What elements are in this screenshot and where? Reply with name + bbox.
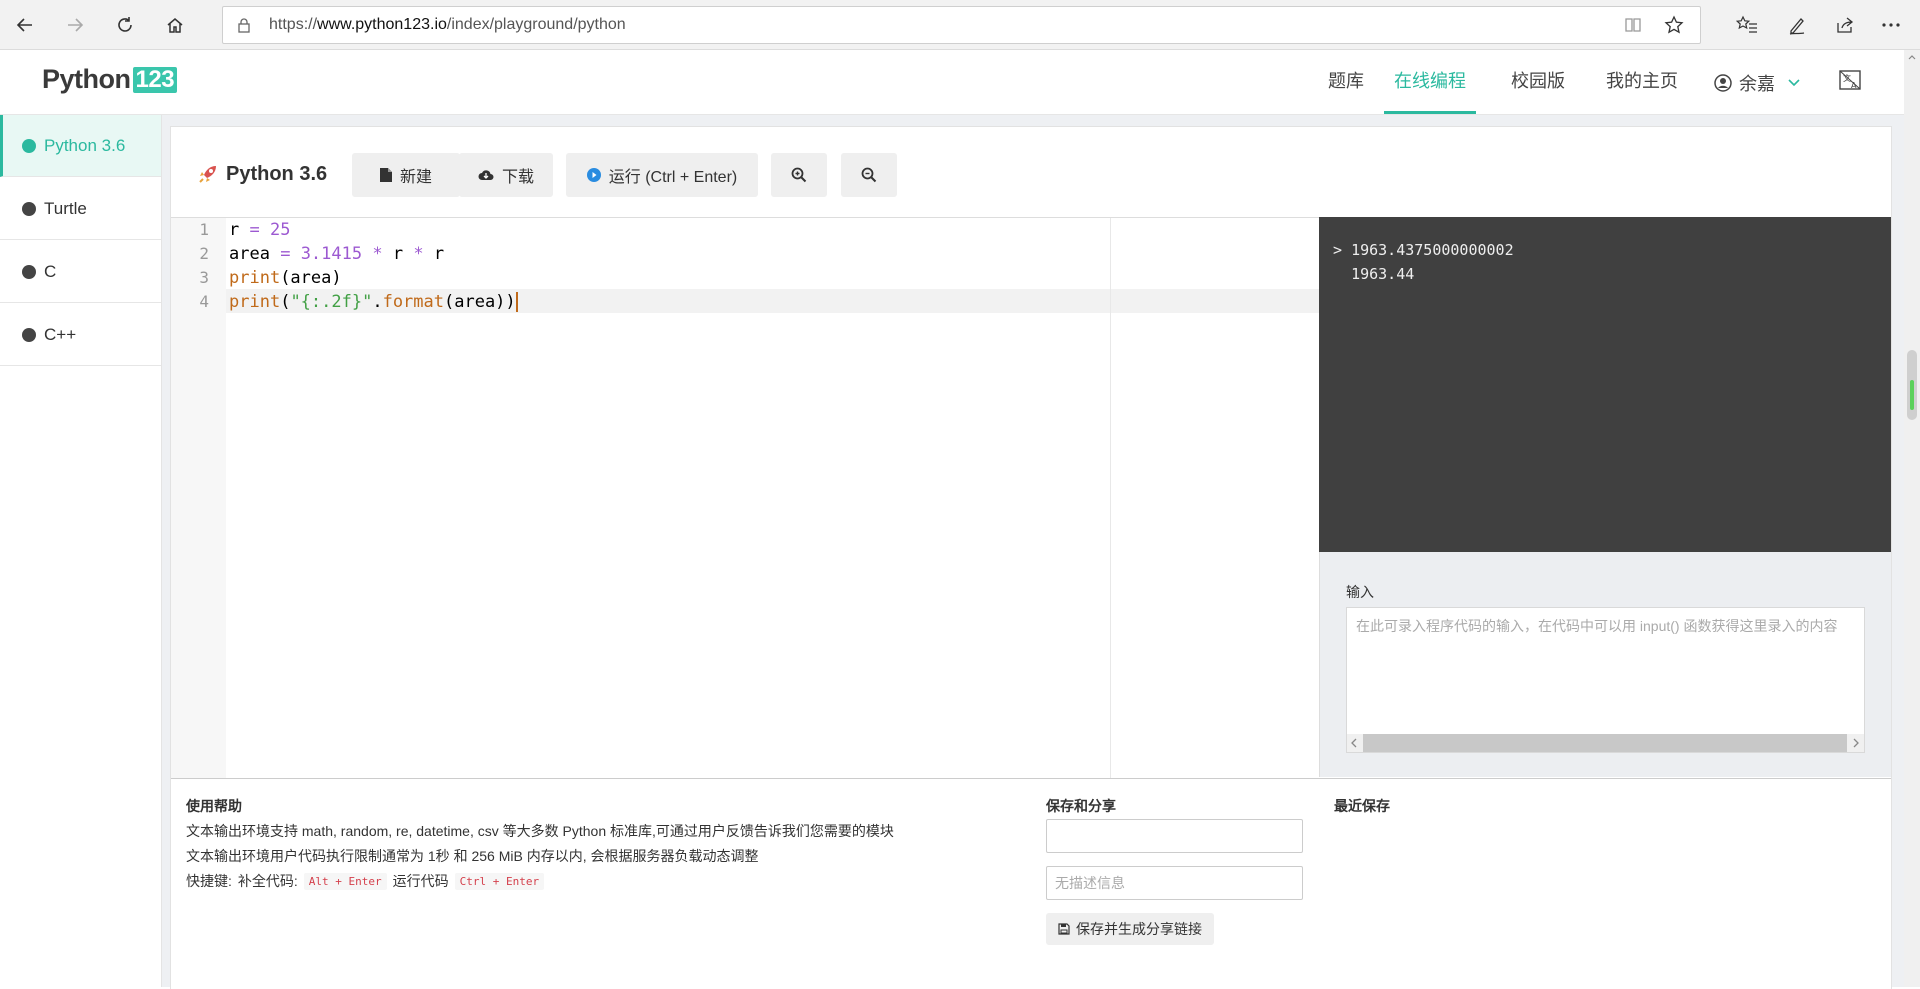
nav-my-home[interactable]: 我的主页: [1602, 50, 1682, 114]
share-title: 保存和分享: [1046, 798, 1116, 814]
nav-online-coding[interactable]: 在线编程: [1384, 50, 1476, 114]
complete-shortcut-key: Alt + Enter: [303, 872, 387, 890]
status-dot-icon: [22, 327, 36, 342]
sidebar-item-label: Turtle: [44, 198, 87, 218]
output-line: > 1963.4375000000002: [1333, 241, 1514, 259]
description-placeholder: 无描述信息: [1055, 875, 1125, 891]
reading-view-icon[interactable]: [1624, 16, 1642, 34]
help-section: 使用帮助 文本输出环境支持 math, random, re, datetime…: [171, 778, 1891, 989]
run-button[interactable]: 运行 (Ctrl + Enter): [566, 153, 758, 197]
nav-campus[interactable]: 校园版: [1508, 50, 1568, 114]
share-title-input[interactable]: [1046, 819, 1303, 853]
help-text-line: 文本输出环境支持 math, random, re, datetime, csv…: [186, 823, 894, 839]
save-share-button[interactable]: 保存并生成分享链接: [1046, 913, 1214, 945]
user-avatar-icon: [1714, 74, 1732, 92]
new-button[interactable]: 新建: [352, 153, 460, 197]
rocket-icon: [199, 166, 216, 183]
recent-saves-title: 最近保存: [1334, 798, 1390, 814]
scroll-left-icon[interactable]: [1350, 738, 1358, 748]
code-line[interactable]: r = 25: [229, 218, 290, 242]
language-sidebar: Python 3.6 Turtle C C++: [0, 115, 162, 987]
editor-title: Python 3.6: [196, 162, 327, 186]
zoom-out-icon: [861, 167, 877, 183]
site-logo[interactable]: Python 123: [42, 64, 178, 95]
print-margin: [1110, 218, 1111, 778]
site-header: Python 123 题库 在线编程 校园版 我的主页 余嘉 文A: [0, 50, 1904, 115]
shortcut-hints: 快捷键: 补全代码: Alt + Enter 运行代码 Ctrl + Enter: [186, 871, 545, 891]
sidebar-item-label: C: [44, 261, 57, 281]
zoom-out-button[interactable]: [841, 153, 897, 197]
sidebar-item-label: Python 3.6: [44, 135, 126, 155]
sidebar-item-cpp[interactable]: C++: [0, 304, 161, 366]
sidebar-item-turtle[interactable]: Turtle: [0, 178, 161, 240]
code-editor[interactable]: 1 2 3 4 r = 25 area = 3.1415 * r * r pri…: [171, 217, 1319, 778]
output-line: 1963.44: [1351, 265, 1415, 283]
favorite-star-icon[interactable]: [1664, 15, 1684, 35]
code-line[interactable]: print("{:.2f}".format(area)): [229, 290, 518, 314]
input-placeholder: 在此可录入程序代码的输入，在代码中可以用 input() 函数获得这里录入的内容: [1356, 618, 1838, 634]
line-number: 2: [199, 244, 209, 263]
back-icon[interactable]: [8, 8, 42, 42]
code-line[interactable]: area = 3.1415 * r * r: [229, 242, 444, 266]
status-dot-icon: [22, 138, 36, 153]
zoom-in-icon: [791, 167, 807, 183]
refresh-icon[interactable]: [108, 8, 142, 42]
output-console: > 1963.4375000000002 1963.44: [1319, 217, 1891, 552]
program-input-field[interactable]: 在此可录入程序代码的输入，在代码中可以用 input() 函数获得这里录入的内容: [1346, 607, 1865, 753]
svg-text:文: 文: [1843, 73, 1851, 83]
address-bar[interactable]: https://www.python123.io/index/playgroun…: [222, 6, 1701, 44]
home-icon[interactable]: [158, 8, 192, 42]
input-horizontal-scrollbar[interactable]: [1347, 734, 1864, 752]
file-icon: [379, 168, 392, 182]
nav-question-bank[interactable]: 题库: [1318, 50, 1374, 114]
sidebar-item-c[interactable]: C: [0, 241, 161, 303]
user-name: 余嘉: [1739, 74, 1775, 94]
lock-icon: [237, 17, 251, 33]
code-line[interactable]: print(area): [229, 266, 342, 290]
help-title: 使用帮助: [186, 798, 242, 814]
input-pane: 输入 在此可录入程序代码的输入，在代码中可以用 input() 函数获得这里录入…: [1319, 552, 1891, 777]
user-menu[interactable]: 余嘉: [1713, 70, 1801, 96]
playground-panel: Python 3.6 新建 下载 运行 (Ctrl + Enter) 1 2 3…: [170, 126, 1892, 989]
status-dot-icon: [22, 201, 36, 216]
more-icon[interactable]: [1874, 8, 1908, 42]
scroll-right-icon[interactable]: [1852, 738, 1860, 748]
run-shortcut-key: Ctrl + Enter: [454, 872, 545, 890]
favorites-list-icon[interactable]: [1730, 8, 1764, 42]
line-number: 4: [199, 292, 209, 311]
play-circle-icon: [586, 168, 601, 182]
url-text: https://www.python123.io/index/playgroun…: [269, 16, 626, 33]
browser-toolbar: https://www.python123.io/index/playgroun…: [0, 0, 1920, 50]
share-description-input[interactable]: 无描述信息: [1046, 866, 1303, 900]
language-icon[interactable]: 文A: [1838, 68, 1862, 92]
scroll-indicator: [1910, 380, 1914, 410]
chevron-down-icon: [1788, 79, 1800, 87]
sidebar-item-python[interactable]: Python 3.6: [0, 115, 161, 177]
cloud-download-icon: [478, 170, 494, 180]
pen-icon[interactable]: [1780, 8, 1814, 42]
help-text-line: 文本输出环境用户代码执行限制通常为 1秒 和 256 MiB 内存以内, 会根据…: [186, 848, 759, 864]
input-label: 输入: [1346, 584, 1374, 600]
sidebar-item-label: C++: [44, 324, 77, 344]
svg-text:A: A: [1851, 81, 1857, 90]
line-number: 3: [199, 268, 209, 287]
scroll-thumb[interactable]: [1363, 734, 1847, 752]
text-cursor: [515, 292, 518, 312]
forward-icon[interactable]: [58, 8, 92, 42]
save-icon: [1058, 923, 1070, 935]
share-icon[interactable]: [1828, 8, 1862, 42]
status-dot-icon: [22, 264, 36, 279]
page-scrollbar[interactable]: [1904, 50, 1920, 987]
scroll-up-icon[interactable]: [1908, 54, 1916, 60]
zoom-in-button[interactable]: [771, 153, 827, 197]
download-button[interactable]: 下载: [459, 153, 553, 197]
line-number: 1: [199, 220, 209, 239]
